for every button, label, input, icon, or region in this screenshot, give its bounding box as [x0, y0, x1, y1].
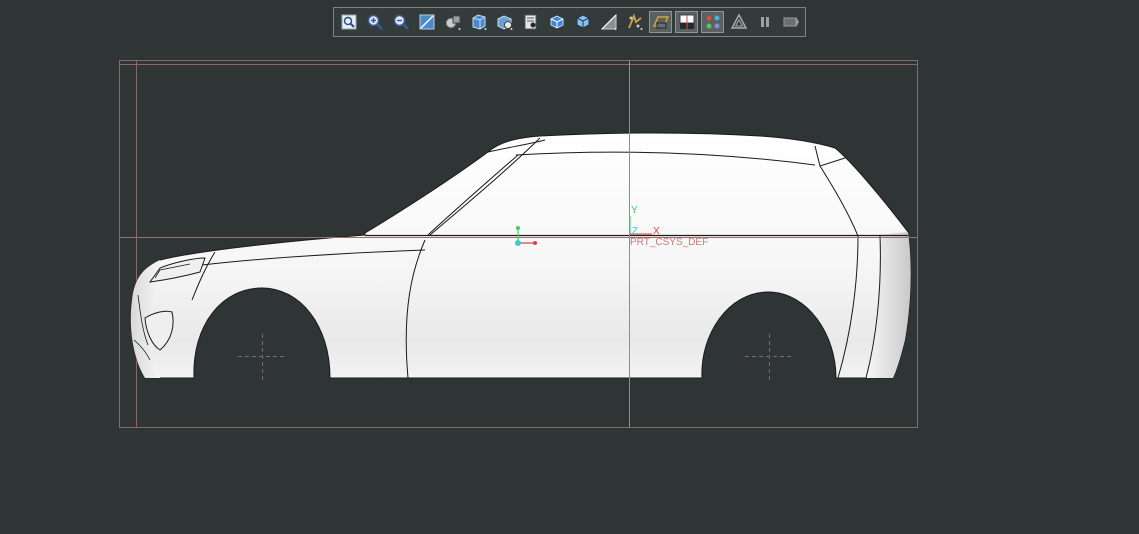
next-button[interactable]	[779, 11, 802, 33]
front-wheel-center-mark	[238, 334, 285, 380]
graphics-viewport[interactable]: Y Z X PRT_CSYS_DEF	[0, 0, 1139, 534]
plane-display-button[interactable]	[649, 11, 672, 33]
spin-center-icon	[576, 14, 589, 29]
zoom-in-icon	[367, 14, 383, 30]
display-style-icon	[445, 15, 460, 30]
rear-wheel-center-mark	[745, 334, 793, 380]
pause-button[interactable]	[753, 11, 776, 33]
perspective-button[interactable]	[519, 11, 542, 33]
point-display-icon	[706, 15, 719, 29]
datum-display-icon	[600, 13, 616, 30]
repaint-icon	[419, 14, 434, 30]
graphics-toolbar	[333, 7, 806, 37]
perspective-icon	[524, 14, 536, 30]
plane-display-icon	[652, 16, 669, 29]
section-icon	[550, 15, 563, 29]
view-manager-button[interactable]	[493, 11, 516, 33]
axis-display-button[interactable]	[675, 11, 698, 33]
csys-display-button[interactable]	[727, 11, 750, 33]
section-button[interactable]	[545, 11, 568, 33]
repaint-button[interactable]	[415, 11, 438, 33]
zoom-out-button[interactable]	[389, 11, 412, 33]
display-style-button[interactable]	[441, 11, 464, 33]
view-manager-icon	[497, 15, 512, 30]
annotation-display-icon	[627, 13, 642, 30]
csys-axis-z-label: Z	[632, 226, 638, 237]
csys-axis-x-label: X	[653, 226, 660, 237]
csys-display-icon	[730, 13, 747, 29]
csys-name-label[interactable]: PRT_CSYS_DEF	[630, 237, 708, 248]
refit-button[interactable]	[337, 11, 360, 33]
saved-orientations-icon	[472, 14, 486, 30]
refit-icon	[341, 14, 356, 30]
datum-display-button[interactable]	[597, 11, 620, 33]
point-display-button[interactable]	[701, 11, 724, 33]
csys-axis-y-label: Y	[631, 205, 638, 216]
model-scene[interactable]: Y Z X PRT_CSYS_DEF	[0, 0, 1139, 534]
saved-orientations-button[interactable]	[467, 11, 490, 33]
next-icon	[783, 17, 799, 27]
pause-icon	[760, 17, 769, 27]
car-body[interactable]	[130, 132, 912, 379]
zoom-in-button[interactable]	[363, 11, 386, 33]
zoom-out-icon	[393, 14, 409, 30]
annotation-display-button[interactable]	[623, 11, 646, 33]
axis-display-icon	[679, 14, 694, 29]
spin-center-button[interactable]	[571, 11, 594, 33]
